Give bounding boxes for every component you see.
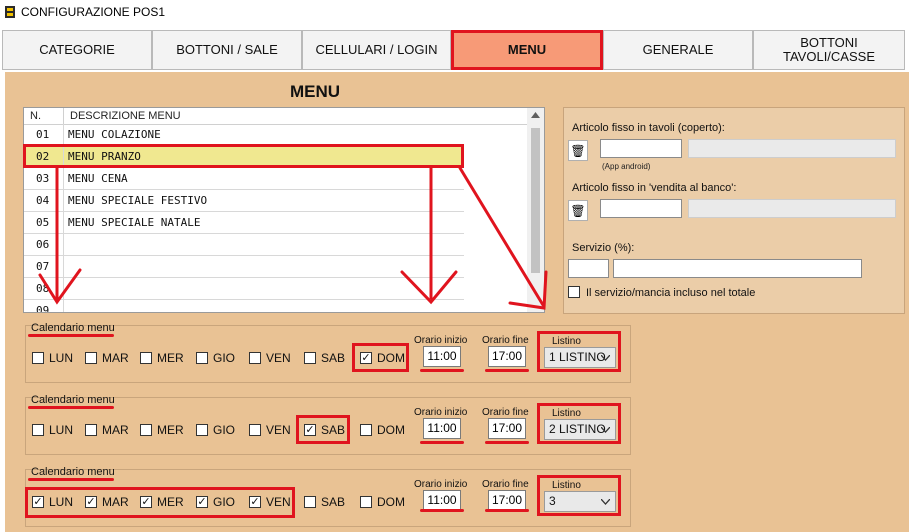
annotation-arrows	[38, 166, 548, 310]
